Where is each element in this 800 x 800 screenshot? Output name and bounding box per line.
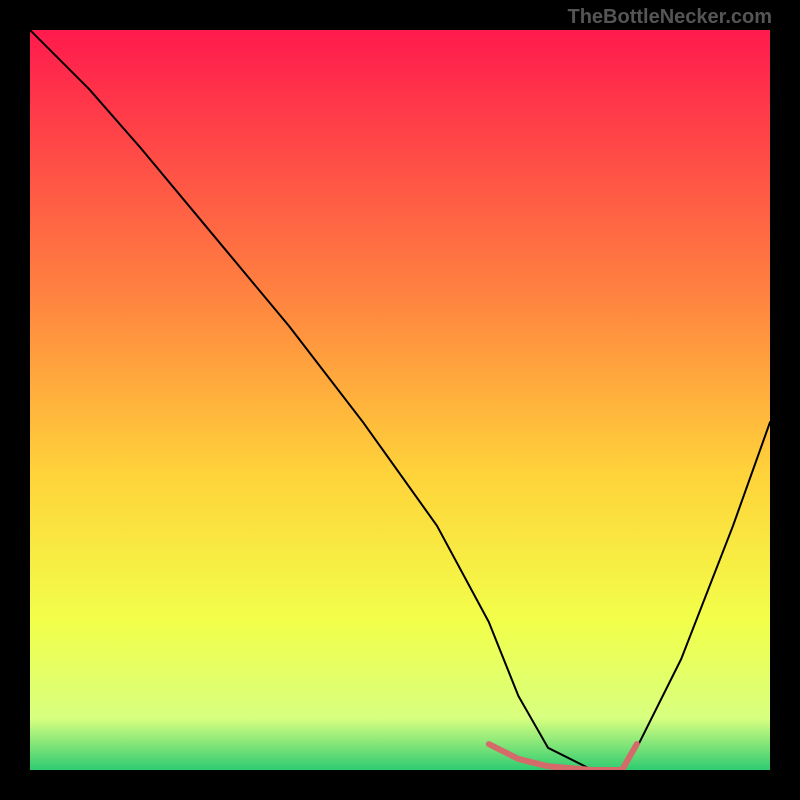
chart-svg xyxy=(30,30,770,770)
watermark-text: TheBottleNecker.com xyxy=(567,6,772,29)
bottleneck-chart xyxy=(30,30,770,770)
chart-background xyxy=(30,30,770,770)
